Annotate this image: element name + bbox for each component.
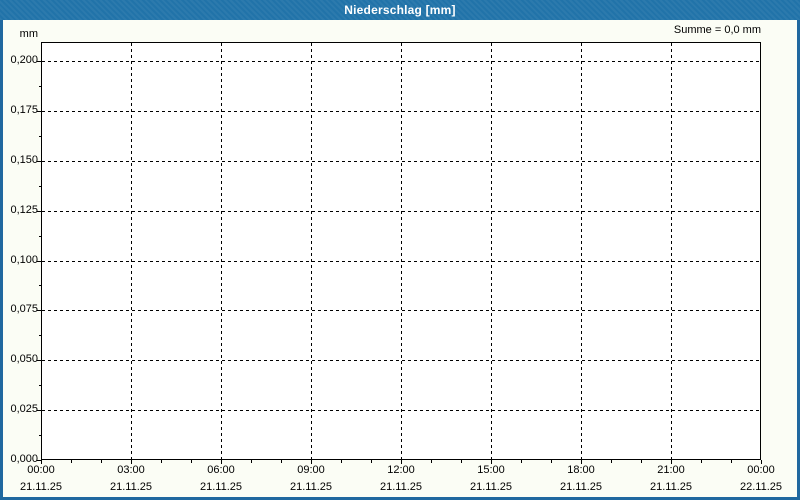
x-tick-minor <box>521 460 522 463</box>
y-tick-minor <box>39 285 41 287</box>
x-tick-minor <box>701 460 702 463</box>
y-tick-minor <box>39 435 41 437</box>
y-tick-label: 0,050 <box>10 353 38 366</box>
x-tick-date-label: 21.11.25 <box>559 481 602 493</box>
x-tick-minor <box>551 460 552 463</box>
x-tick-minor <box>641 460 642 463</box>
x-tick-minor <box>431 460 432 463</box>
sum-label: Summe = 0,0 mm <box>673 24 761 36</box>
y-tick-major <box>37 310 41 312</box>
y-axis-unit-label: mm <box>19 28 38 40</box>
x-tick-minor <box>71 460 72 463</box>
plot-area <box>41 42 761 460</box>
x-tick-date-label: 22.11.25 <box>739 481 782 493</box>
gridline-vertical <box>311 43 312 459</box>
gridline-vertical <box>401 43 402 459</box>
x-tick-minor <box>101 460 102 463</box>
chart-window: Niederschlag [mm] Summe = 0,0 mm mm 0,00… <box>0 0 800 500</box>
x-tick-date-label: 21.11.25 <box>199 481 242 493</box>
y-tick-major <box>37 110 41 112</box>
gridline-vertical <box>131 43 132 459</box>
y-tick-label: 0,200 <box>10 54 38 66</box>
x-tick-date-label: 21.11.25 <box>469 481 512 493</box>
x-tick-time-label: 00:00 <box>747 464 775 476</box>
x-tick-time-label: 15:00 <box>477 464 505 476</box>
y-tick-major <box>37 61 41 62</box>
x-tick-time-label: 09:00 <box>297 464 325 476</box>
y-tick-minor <box>39 335 41 337</box>
y-tick-label: 0,100 <box>10 253 38 266</box>
x-tick-minor <box>191 460 192 463</box>
x-tick-time-label: 12:00 <box>387 464 415 476</box>
x-tick-minor <box>281 460 282 463</box>
x-tick-minor <box>611 460 612 463</box>
window-title: Niederschlag [mm] <box>344 3 456 17</box>
x-tick-minor <box>161 460 162 463</box>
x-tick-time-label: 03:00 <box>117 464 145 476</box>
window-titlebar: Niederschlag [mm] <box>0 0 800 20</box>
gridline-vertical <box>581 43 582 459</box>
x-tick-minor <box>371 460 372 463</box>
y-tick-label: 0,150 <box>10 153 38 166</box>
y-tick-minor <box>39 235 41 237</box>
x-tick-time-label: 00:00 <box>27 464 55 476</box>
x-tick-date-label: 21.11.25 <box>379 481 422 493</box>
y-tick-minor <box>39 85 41 87</box>
y-tick-major <box>37 210 41 212</box>
y-tick-minor <box>39 385 41 387</box>
x-tick-time-label: 06:00 <box>207 464 235 476</box>
x-tick-minor <box>251 460 252 463</box>
y-tick-label: 0,125 <box>10 203 38 216</box>
x-tick-time-label: 18:00 <box>567 464 595 476</box>
gridline-vertical <box>491 43 492 459</box>
y-tick-major <box>37 260 41 262</box>
x-tick-time-label: 21:00 <box>657 464 685 476</box>
x-tick-minor <box>341 460 342 463</box>
x-tick-minor <box>461 460 462 463</box>
x-tick-date-label: 21.11.25 <box>109 481 152 493</box>
x-tick-date-label: 21.11.25 <box>19 481 62 493</box>
x-tick-minor <box>731 460 732 463</box>
y-tick-label: 0,075 <box>10 303 38 316</box>
gridline-vertical <box>221 43 222 459</box>
x-tick-date-label: 21.11.25 <box>289 481 332 493</box>
y-tick-label: 0,025 <box>10 403 38 416</box>
x-tick-date-label: 21.11.25 <box>649 481 692 493</box>
y-tick-major <box>37 360 41 362</box>
y-tick-major <box>37 160 41 162</box>
y-tick-minor <box>39 185 41 187</box>
y-tick-label: 0,175 <box>10 103 38 116</box>
y-tick-minor <box>39 135 41 137</box>
gridline-vertical <box>671 43 672 459</box>
chart-content: Summe = 0,0 mm mm 0,000 0,025 0,050 0,075 0,… <box>3 20 797 497</box>
y-tick-major <box>37 410 41 412</box>
